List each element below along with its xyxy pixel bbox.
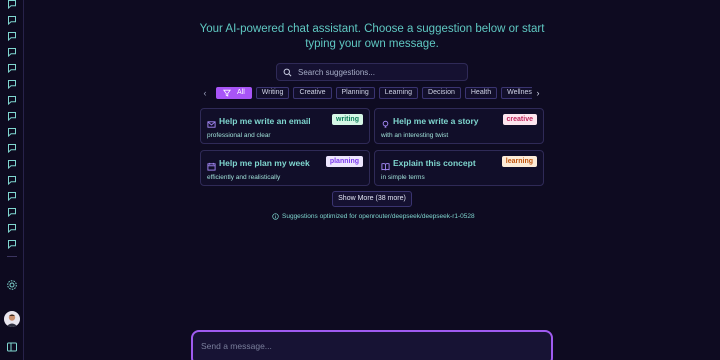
chat-history-icon[interactable]	[6, 0, 18, 10]
suggestion-subtitle: in simple terms	[381, 174, 425, 181]
chat-history-icon[interactable]	[6, 222, 18, 234]
chat-history-icon[interactable]	[6, 206, 18, 218]
chat-history-icon[interactable]	[6, 126, 18, 138]
suggestion-subtitle: efficiently and realistically	[207, 174, 281, 181]
chat-history-icon[interactable]	[6, 174, 18, 186]
category-chip-all[interactable]: All	[216, 87, 252, 99]
suggestion-card[interactable]: Explain this concept in simple terms learn…	[374, 150, 544, 186]
chat-history-icon[interactable]	[6, 78, 18, 90]
category-chip[interactable]: Learning	[378, 87, 419, 99]
chat-history-icon[interactable]	[6, 46, 18, 58]
chat-history-icon[interactable]	[6, 158, 18, 170]
category-tag: planning	[325, 156, 363, 167]
suggestion-card[interactable]: Help me plan my week efficiently and real…	[200, 150, 370, 186]
category-filter-bar: ‹ All Writing Creative Planning Learning Dec…	[200, 86, 544, 100]
message-input[interactable]	[201, 341, 543, 355]
info-icon	[272, 213, 279, 220]
search-icon	[283, 68, 292, 76]
mail-icon	[207, 116, 216, 128]
message-composer	[191, 330, 553, 360]
show-more-button[interactable]: Show More (38 more)	[332, 191, 412, 207]
user-avatar[interactable]	[4, 311, 20, 327]
chat-history-icon[interactable]	[6, 94, 18, 106]
filter-icon	[223, 89, 231, 97]
suggestion-subtitle: professional and clear	[207, 132, 271, 139]
sidebar-collapse-icon[interactable]	[6, 340, 18, 352]
chat-history-icon[interactable]	[6, 190, 18, 202]
optimization-note-text: Suggestions optimized for openrouter/dee…	[282, 213, 475, 220]
chat-history-icon[interactable]	[6, 14, 18, 26]
category-chip[interactable]: Decision	[422, 87, 461, 99]
category-tag: learning	[501, 156, 537, 167]
chat-history-icon[interactable]	[6, 30, 18, 42]
suggestion-title: Explain this concept	[393, 158, 476, 168]
category-chip[interactable]: Writing	[255, 87, 290, 99]
sidebar-divider	[7, 256, 17, 257]
category-chip[interactable]: Creative	[293, 87, 332, 99]
suggestion-title: Help me plan my week	[219, 158, 310, 168]
suggestion-title: Help me write an email	[219, 116, 311, 126]
search-box[interactable]	[276, 63, 468, 81]
suggestion-title: Help me write a story	[393, 116, 479, 126]
category-chip[interactable]: Health	[464, 87, 498, 99]
search-input[interactable]	[298, 67, 458, 77]
calendar-icon	[207, 158, 216, 171]
chat-history-icon[interactable]	[6, 110, 18, 122]
category-chip-label: All	[237, 89, 245, 96]
lightbulb-icon	[381, 116, 390, 128]
category-tag: writing	[332, 114, 363, 125]
chat-history-icon[interactable]	[6, 238, 18, 250]
suggestion-card[interactable]: Help me write an email professional and c…	[200, 108, 370, 144]
sidebar	[0, 0, 24, 360]
gear-icon[interactable]	[6, 278, 18, 290]
chat-history-icon[interactable]	[6, 142, 18, 154]
optimization-note: Suggestions optimized for openrouter/dee…	[272, 213, 482, 220]
suggestion-card[interactable]: Help me write a story with an interesting…	[374, 108, 544, 144]
chevron-left-icon[interactable]: ‹	[200, 86, 210, 100]
welcome-message: Your AI-powered chat assistant. Choose a…	[199, 23, 545, 50]
category-chip[interactable]: Planning	[335, 87, 375, 99]
suggestion-subtitle: with an interesting twist	[381, 132, 449, 139]
chevron-right-icon[interactable]: ›	[532, 86, 544, 100]
chat-history-icon[interactable]	[6, 62, 18, 74]
book-icon	[381, 158, 390, 171]
category-tag: creative	[502, 114, 537, 125]
